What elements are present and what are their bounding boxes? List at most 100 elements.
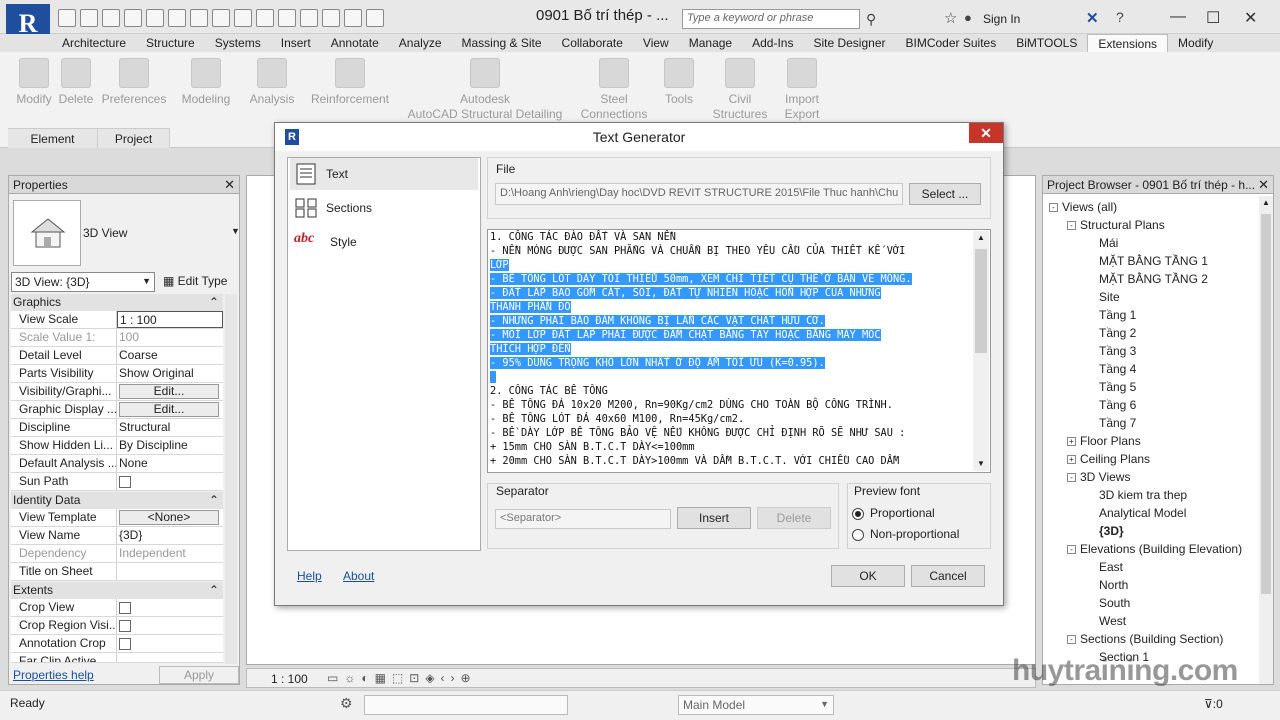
tree-item[interactable]: Mái [1099, 236, 1118, 250]
edit-button[interactable]: Edit... [119, 402, 219, 417]
tree-item[interactable]: {3D} [1099, 524, 1124, 538]
tree-folder[interactable]: -3D Views [1067, 470, 1130, 484]
collapse-icon[interactable]: - [1067, 221, 1076, 231]
delete-button[interactable]: Delete [757, 507, 831, 529]
help-icon[interactable]: ? [1116, 9, 1124, 25]
minimize-icon[interactable]: — [1170, 8, 1186, 26]
edit-button[interactable]: Edit... [119, 384, 219, 399]
import-export-button[interactable]: Import Export [778, 58, 826, 122]
default-3d-icon[interactable] [278, 9, 296, 27]
expand-icon[interactable]: + [1067, 437, 1076, 447]
new-icon[interactable] [58, 9, 76, 27]
civil-structures-button[interactable]: Civil Structures [708, 58, 772, 122]
apply-button[interactable]: Apply [159, 666, 239, 684]
print-icon[interactable] [190, 9, 208, 27]
reinforcement-button[interactable]: Reinforcement [306, 58, 394, 107]
save-icon[interactable] [102, 9, 120, 27]
section-identity-data[interactable]: Identity Data ⌃ [11, 492, 223, 509]
tab-architecture[interactable]: Architecture [52, 34, 136, 52]
view-scale[interactable]: 1 : 100 [271, 672, 308, 686]
select-file-button[interactable]: Select ... [909, 183, 981, 205]
tree-folder[interactable]: + Ceiling Plans [1067, 452, 1150, 466]
prop-row[interactable]: Visibility/Graphi... Edit... [11, 383, 223, 401]
tree-item[interactable]: North [1099, 578, 1128, 592]
prop-row[interactable]: Discipline Structural [11, 419, 223, 437]
steel-connections-button[interactable]: Steel Connections [578, 58, 650, 122]
prop-row[interactable]: Show Hidden Li... By Discipline [11, 437, 223, 455]
tools-button[interactable]: Tools [656, 58, 702, 107]
thin-lines-icon[interactable] [322, 9, 340, 27]
help-link[interactable]: Help [297, 569, 322, 583]
prop-row[interactable]: Crop Region Visi... [11, 617, 223, 635]
crop-region-checkbox[interactable] [119, 620, 131, 632]
nav-item-text[interactable]: Text [290, 158, 478, 190]
browser-scrollbar[interactable]: ▲ [1259, 196, 1273, 684]
tab-extensions[interactable]: Extensions [1087, 34, 1169, 52]
type-dropdown-icon[interactable]: ▼ [231, 226, 240, 236]
prop-row[interactable]: Sun Path [11, 473, 223, 491]
tree-folder[interactable]: - Elevations (Building Elevation) [1067, 542, 1242, 556]
view-selector[interactable]: 3D View: {3D} ▼ [11, 272, 155, 292]
tab-bimcoder-suites[interactable]: BIMCoder Suites [896, 34, 1007, 52]
tab-analyze[interactable]: Analyze [389, 34, 452, 52]
tree-folder[interactable]: - Sections (Building Section) [1067, 632, 1223, 646]
properties-help-link[interactable]: Properties help [13, 668, 94, 682]
sync-icon[interactable] [124, 9, 142, 27]
redo-icon[interactable] [168, 9, 186, 27]
prop-row[interactable]: View Template <None> [11, 509, 223, 527]
open-icon[interactable] [80, 9, 98, 27]
tree-item[interactable]: South [1099, 596, 1130, 610]
tree-item[interactable]: Tầng 6 [1099, 398, 1136, 412]
tab-bimtools[interactable]: BiMTOOLS [1006, 34, 1087, 52]
tab-insert[interactable]: Insert [271, 34, 321, 52]
non-proportional-radio[interactable]: Non-proportional [852, 527, 959, 541]
annotation-crop-checkbox[interactable] [119, 638, 131, 650]
scroll-down-icon[interactable]: ▼ [977, 459, 985, 468]
collapse-icon[interactable]: - [1067, 635, 1076, 645]
search-input[interactable]: Type a keyword or phrase [682, 9, 860, 29]
tree-item[interactable]: Tầng 7 [1099, 416, 1136, 430]
tree-folder[interactable]: - Structural Plans [1067, 218, 1165, 232]
expand-icon[interactable]: + [1067, 455, 1076, 465]
properties-scrollbar[interactable] [225, 294, 237, 664]
text-scrollbar[interactable]: ▲ ▼ [973, 231, 989, 471]
nav-item-style[interactable]: abc Style [290, 226, 478, 258]
tree-item[interactable]: 3D kiem tra thep [1099, 488, 1187, 502]
sign-in-button[interactable]: Sign In [983, 12, 1020, 26]
close-icon[interactable]: ✕ [1258, 177, 1269, 193]
preferences-button[interactable]: Preferences [100, 58, 168, 107]
collapse-icon[interactable]: - [1067, 545, 1076, 555]
tree-item[interactable]: Site [1099, 290, 1120, 304]
sun-path-checkbox[interactable] [119, 476, 131, 488]
delete-button[interactable]: Delete [56, 58, 96, 107]
prop-row[interactable]: Title on Sheet [11, 563, 223, 581]
scroll-thumb[interactable] [975, 249, 987, 353]
close-icon[interactable]: ✕ [224, 177, 235, 193]
type-name[interactable]: 3D View [83, 226, 127, 240]
tab-modify[interactable]: Modify [1168, 34, 1223, 52]
scroll-thumb[interactable] [1261, 214, 1271, 594]
tree-item[interactable]: MẶT BẰNG TẦNG 2 [1099, 272, 1208, 286]
separator-input[interactable]: <Separator> [495, 509, 671, 529]
tree-item[interactable]: East [1099, 560, 1123, 574]
tree-folder[interactable]: + Floor Plans [1067, 434, 1141, 448]
view-control-icons[interactable]: ▭☼◐▦⬚⊡◈‹›⊕ [327, 671, 477, 685]
tab-add-ins[interactable]: Add-Ins [742, 34, 803, 52]
favorites-star-icon[interactable]: ☆ [944, 9, 957, 27]
about-link[interactable]: About [343, 569, 374, 583]
autocad-structural-detailing-button[interactable]: Autodesk AutoCAD Structural Detailing [404, 58, 566, 122]
edit-type-button[interactable]: ▦ Edit Type [161, 272, 237, 292]
tree-item[interactable]: Tầng 2 [1099, 326, 1136, 340]
design-option-dropdown[interactable]: Main Model ▼ [678, 695, 834, 715]
tab-annotate[interactable]: Annotate [321, 34, 389, 52]
prop-row[interactable]: Detail Level Coarse [11, 347, 223, 365]
measure-icon[interactable] [212, 9, 230, 27]
tab-systems[interactable]: Systems [205, 34, 271, 52]
close-hidden-icon[interactable] [344, 9, 362, 27]
tree-item[interactable]: West [1099, 614, 1126, 628]
tree-item[interactable]: Tầng 5 [1099, 380, 1136, 394]
binoculars-icon[interactable]: ⚲ [866, 11, 876, 28]
tab-manage[interactable]: Manage [679, 34, 742, 52]
undo-icon[interactable] [146, 9, 164, 27]
scroll-up-icon[interactable]: ▲ [1262, 198, 1270, 207]
